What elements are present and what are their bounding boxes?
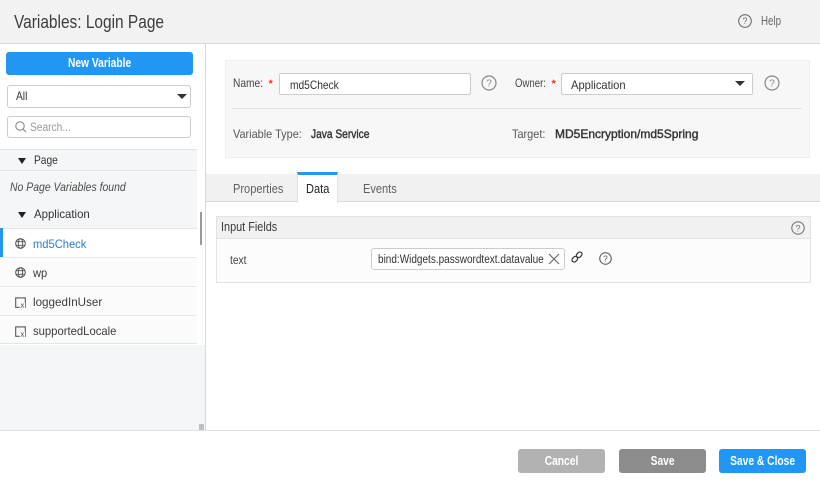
svg-text:x: x: [21, 300, 25, 308]
svg-text:?: ?: [742, 16, 747, 26]
svg-text:?: ?: [603, 254, 608, 264]
svg-text:?: ?: [769, 79, 775, 90]
svg-text:x: x: [21, 329, 25, 337]
svg-text:?: ?: [486, 79, 492, 90]
svg-text:?: ?: [795, 223, 800, 233]
